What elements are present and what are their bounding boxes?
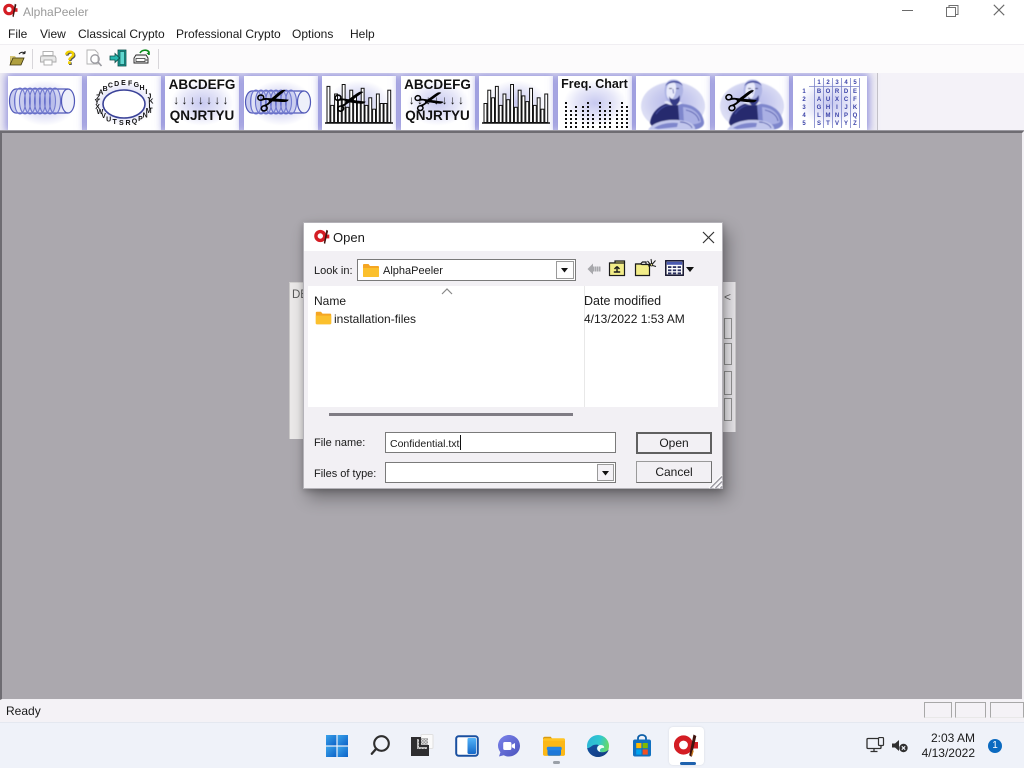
svg-text:R: R: [835, 89, 840, 95]
svg-text:H: H: [826, 105, 830, 111]
svg-text:T: T: [112, 119, 117, 126]
svg-text:F: F: [853, 97, 857, 103]
svg-text:X: X: [835, 97, 839, 103]
svg-text:3: 3: [835, 80, 839, 86]
svg-text:5: 5: [853, 80, 857, 86]
svg-text:T: T: [826, 121, 830, 127]
svg-text:M: M: [826, 113, 831, 119]
svg-text:C: C: [844, 97, 849, 103]
svg-text:B: B: [102, 86, 107, 93]
svg-text:2: 2: [826, 80, 830, 86]
svg-text:1: 1: [817, 80, 821, 86]
svg-text:D: D: [844, 89, 849, 95]
svg-text:N: N: [142, 112, 147, 119]
svg-text:N: N: [835, 113, 839, 119]
svg-text:Q: Q: [853, 113, 858, 119]
svg-text:P: P: [844, 113, 848, 119]
svg-text:2: 2: [802, 97, 806, 103]
svg-text:R: R: [125, 120, 130, 127]
svg-text:H: H: [139, 85, 144, 92]
svg-text:Z: Z: [853, 121, 857, 127]
svg-text:C: C: [107, 83, 112, 90]
svg-text:P: P: [138, 116, 143, 123]
svg-text:K: K: [853, 105, 858, 111]
svg-text:Z: Z: [95, 94, 100, 101]
svg-text:1: 1: [802, 89, 806, 95]
svg-text:U: U: [826, 97, 830, 103]
svg-text:I: I: [836, 105, 838, 111]
svg-text:Y: Y: [844, 121, 848, 127]
svg-text:D: D: [114, 81, 119, 88]
svg-text:E: E: [121, 80, 126, 87]
svg-text:G: G: [817, 105, 822, 111]
svg-text:S: S: [817, 121, 821, 127]
svg-text:S: S: [118, 120, 123, 127]
svg-text:3: 3: [802, 105, 806, 111]
svg-text:5: 5: [802, 121, 806, 127]
svg-text:O: O: [826, 89, 831, 95]
svg-text:L: L: [817, 113, 821, 119]
svg-text:E: E: [853, 89, 857, 95]
svg-text:A: A: [817, 97, 822, 103]
svg-text:V: V: [835, 121, 839, 127]
svg-text:Q: Q: [131, 118, 137, 125]
svg-text:4: 4: [802, 113, 806, 119]
svg-text:U: U: [106, 117, 111, 124]
svg-text:B: B: [817, 89, 822, 95]
svg-text:4: 4: [844, 80, 848, 86]
svg-text:F: F: [127, 81, 132, 88]
svg-text:J: J: [844, 105, 847, 111]
